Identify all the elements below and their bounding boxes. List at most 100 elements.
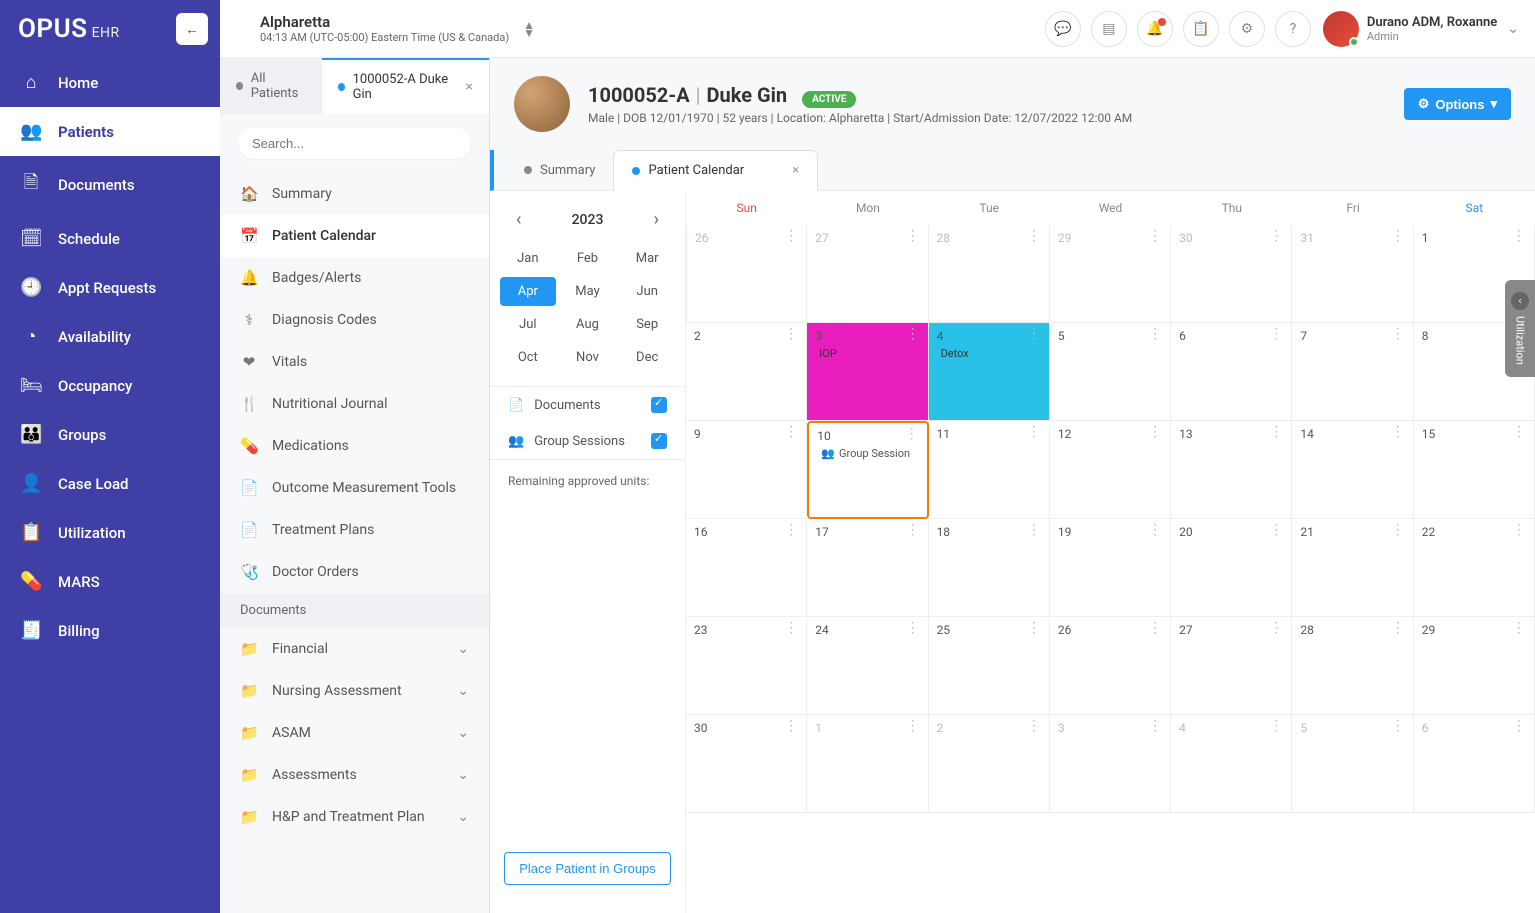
psb-item-diagnosis-codes[interactable]: ⚕Diagnosis Codes [220, 299, 489, 341]
calendar-cell[interactable]: 27⋮ [1171, 617, 1292, 715]
psb-item-summary[interactable]: 🏠Summary [220, 173, 489, 215]
psb-item-doctor-orders[interactable]: 🩺Doctor Orders [220, 551, 489, 593]
month-aug[interactable]: Aug [560, 310, 616, 339]
calendar-cell[interactable]: 15⋮ [1414, 421, 1535, 519]
calendar-cell[interactable]: 24⋮ [807, 617, 928, 715]
utilization-side-tab[interactable]: ‹ Utilization [1505, 280, 1535, 377]
month-sep[interactable]: Sep [619, 310, 675, 339]
psb-doc-nursing-assessment[interactable]: 📁Nursing Assessment⌄ [220, 670, 489, 712]
cell-menu-icon[interactable]: ⋮ [784, 723, 798, 729]
calendar-cell[interactable]: 21⋮ [1292, 519, 1413, 617]
psb-doc-asam[interactable]: 📁ASAM⌄ [220, 712, 489, 754]
calendar-cell[interactable]: 5⋮ [1292, 715, 1413, 813]
cell-menu-icon[interactable]: ⋮ [1269, 331, 1283, 337]
cell-menu-icon[interactable]: ⋮ [1391, 429, 1405, 435]
calendar-cell[interactable]: 2⋮ [686, 323, 807, 421]
psb-item-outcome-measurement-tools[interactable]: 📄Outcome Measurement Tools [220, 467, 489, 509]
cell-menu-icon[interactable]: ⋮ [1512, 723, 1526, 729]
month-jun[interactable]: Jun [619, 277, 675, 306]
calendar-cell[interactable]: 22⋮ [1414, 519, 1535, 617]
cell-menu-icon[interactable]: ⋮ [1148, 723, 1162, 729]
calendar-cell[interactable]: 19⋮ [1050, 519, 1171, 617]
checkbox-checked-icon[interactable] [651, 397, 667, 413]
calendar-cell[interactable]: 30⋮ [1171, 225, 1292, 323]
month-jan[interactable]: Jan [500, 244, 556, 273]
tab-summary[interactable]: Summary [506, 150, 613, 190]
cell-menu-icon[interactable]: ⋮ [784, 625, 798, 631]
calendar-cell[interactable]: 23⋮ [686, 617, 807, 715]
event-detox[interactable]: Detox [937, 345, 1041, 362]
psb-item-patient-calendar[interactable]: 📅Patient Calendar [220, 215, 489, 257]
cell-menu-icon[interactable]: ⋮ [906, 527, 920, 533]
settings-icon-button[interactable]: ⚙ [1229, 11, 1265, 47]
month-feb[interactable]: Feb [560, 244, 616, 273]
cell-menu-icon[interactable]: ⋮ [1269, 429, 1283, 435]
cell-menu-icon[interactable]: ⋮ [906, 331, 920, 337]
close-icon[interactable]: × [792, 163, 799, 178]
calendar-cell[interactable]: 30⋮ [686, 715, 807, 813]
cell-menu-icon[interactable]: ⋮ [906, 625, 920, 631]
psb-item-nutritional-journal[interactable]: 🍴Nutritional Journal [220, 383, 489, 425]
calendar-cell[interactable]: 28⋮ [929, 225, 1050, 323]
sidebar-item-home[interactable]: ⌂Home [0, 58, 220, 107]
calendar-cell[interactable]: 6⋮ [1414, 715, 1535, 813]
cell-menu-icon[interactable]: ⋮ [906, 233, 920, 239]
checkbox-checked-icon[interactable] [651, 433, 667, 449]
cell-menu-icon[interactable]: ⋮ [1027, 233, 1041, 239]
sidebar-item-utilization[interactable]: 📋Utilization [0, 508, 220, 557]
psb-item-vitals[interactable]: ❤Vitals [220, 341, 489, 383]
event-iop[interactable]: IOP [815, 345, 919, 362]
calendar-cell[interactable]: 27⋮ [807, 225, 928, 323]
calendar-cell[interactable]: 3⋮ [1050, 715, 1171, 813]
bell-icon-button[interactable]: 🔔 [1137, 11, 1173, 47]
filter-documents[interactable]: 📄 Documents [490, 387, 685, 423]
chat-icon-button[interactable]: 💬 [1045, 11, 1081, 47]
cell-menu-icon[interactable]: ⋮ [1027, 723, 1041, 729]
clipboard-icon-button[interactable]: 📋 [1183, 11, 1219, 47]
patient-search-input[interactable] [238, 128, 471, 159]
sidebar-item-documents[interactable]: 🗎Documents [0, 156, 220, 214]
calendar-cell[interactable]: 2⋮ [929, 715, 1050, 813]
cell-menu-icon[interactable]: ⋮ [1391, 527, 1405, 533]
cell-menu-icon[interactable]: ⋮ [1512, 233, 1526, 239]
cell-menu-icon[interactable]: ⋮ [1391, 331, 1405, 337]
cell-menu-icon[interactable]: ⋮ [1512, 527, 1526, 533]
cell-menu-icon[interactable]: ⋮ [784, 527, 798, 533]
sidebar-item-occupancy[interactable]: 🛏Occupancy [0, 361, 220, 410]
filter-group-sessions[interactable]: 👥 Group Sessions [490, 423, 685, 459]
calendar-cell[interactable]: 7⋮ [1292, 323, 1413, 421]
psb-item-treatment-plans[interactable]: 📄Treatment Plans [220, 509, 489, 551]
calendar-cell[interactable]: 3⋮IOP [807, 323, 928, 421]
cell-menu-icon[interactable]: ⋮ [1269, 527, 1283, 533]
month-jul[interactable]: Jul [500, 310, 556, 339]
cell-menu-icon[interactable]: ⋮ [906, 723, 920, 729]
calendar-cell[interactable]: 18⋮ [929, 519, 1050, 617]
calendar-cell[interactable]: 5⋮ [1050, 323, 1171, 421]
book-icon-button[interactable]: ▤ [1091, 11, 1127, 47]
cell-menu-icon[interactable]: ⋮ [1269, 723, 1283, 729]
cell-menu-icon[interactable]: ⋮ [1391, 625, 1405, 631]
close-icon[interactable]: × [466, 79, 473, 95]
location-selector[interactable]: Alpharetta 04:13 AM (UTC-05:00) Eastern … [236, 13, 535, 44]
cell-menu-icon[interactable]: ⋮ [1148, 625, 1162, 631]
cell-menu-icon[interactable]: ⋮ [1269, 625, 1283, 631]
cell-menu-icon[interactable]: ⋮ [905, 431, 919, 437]
cell-menu-icon[interactable]: ⋮ [1027, 625, 1041, 631]
calendar-cell[interactable]: 13⋮ [1171, 421, 1292, 519]
sidebar-item-availability[interactable]: ◔Availability [0, 312, 220, 361]
cell-menu-icon[interactable]: ⋮ [1027, 429, 1041, 435]
calendar-cell[interactable]: 14⋮ [1292, 421, 1413, 519]
calendar-cell[interactable]: 20⋮ [1171, 519, 1292, 617]
prev-year-button[interactable]: ‹ [508, 205, 529, 234]
calendar-cell[interactable]: 25⋮ [929, 617, 1050, 715]
month-oct[interactable]: Oct [500, 343, 556, 372]
user-menu[interactable]: Durano ADM, Roxanne Admin ⌄ [1323, 11, 1519, 47]
sidebar-item-case-load[interactable]: 👤Case Load [0, 459, 220, 508]
cell-menu-icon[interactable]: ⋮ [1027, 331, 1041, 337]
cell-menu-icon[interactable]: ⋮ [784, 429, 798, 435]
calendar-cell[interactable]: 1⋮ [807, 715, 928, 813]
cell-menu-icon[interactable]: ⋮ [1148, 233, 1162, 239]
month-mar[interactable]: Mar [619, 244, 675, 273]
calendar-cell[interactable]: 11⋮ [929, 421, 1050, 519]
month-nov[interactable]: Nov [560, 343, 616, 372]
